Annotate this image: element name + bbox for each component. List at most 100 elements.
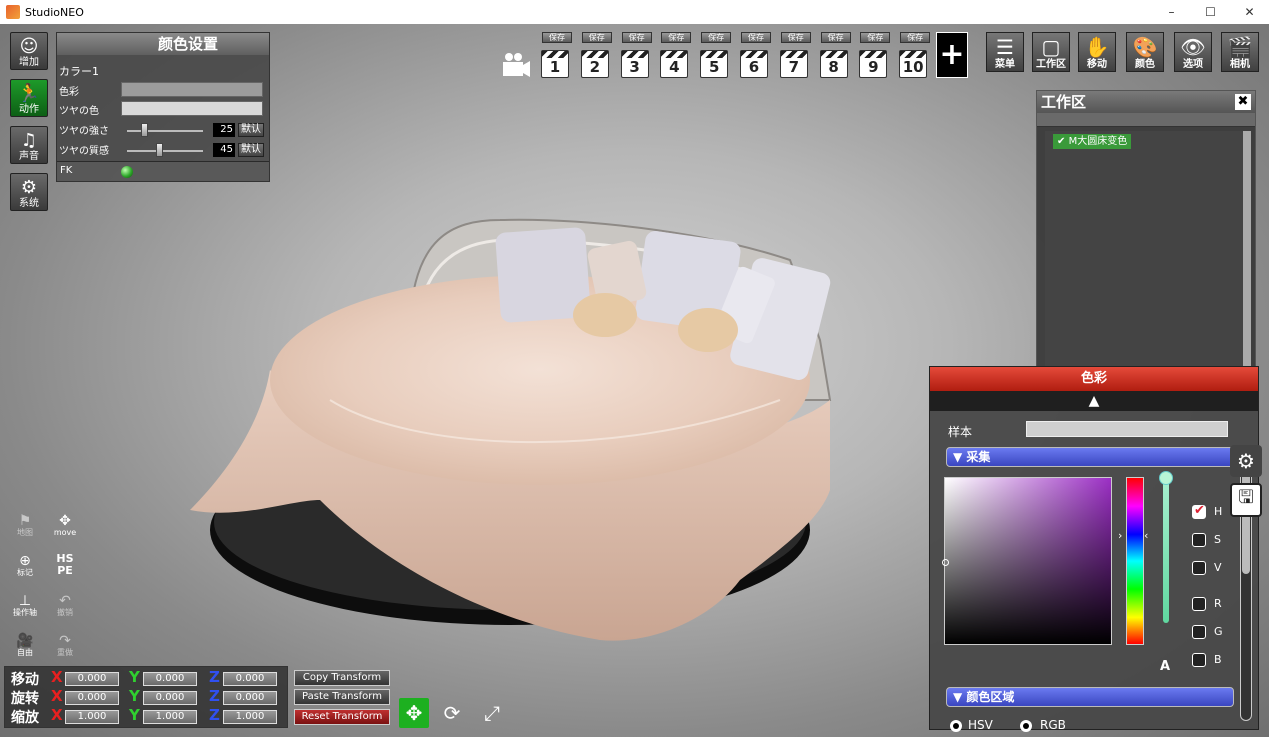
collect-section-header[interactable]: ▼ 采集	[946, 447, 1234, 467]
save-camera-7-button[interactable]: 保存	[780, 32, 811, 43]
copy-transform-button[interactable]: Copy Transform	[294, 670, 390, 686]
save-camera-2-button[interactable]: 保存	[581, 32, 612, 43]
menu-button[interactable]: ☰ 菜单	[986, 32, 1024, 72]
save-preset-button[interactable]: 🖫	[1230, 483, 1262, 517]
hue-left-marker[interactable]: ›	[1118, 529, 1122, 542]
color-swatch[interactable]	[121, 82, 263, 97]
undo-tool-button[interactable]: ↶ 撤销	[50, 590, 80, 620]
save-camera-10-button[interactable]: 保存	[900, 32, 931, 43]
hspe-tool-button[interactable]: HS PE	[50, 550, 80, 580]
channel-b-checkbox[interactable]	[1192, 653, 1206, 667]
move-tool-button[interactable]: ✥ move	[50, 510, 80, 540]
camera-tool-button[interactable]: 🎥 自由	[10, 630, 40, 660]
save-camera-3-button[interactable]: 保存	[621, 32, 652, 43]
close-button[interactable]: ✕	[1230, 0, 1269, 24]
gloss-strength-track[interactable]	[127, 130, 203, 132]
paste-transform-button[interactable]: Paste Transform	[294, 689, 390, 705]
gloss-texture-track[interactable]	[127, 150, 203, 152]
picker-scrollbar-thumb[interactable]	[1242, 464, 1250, 574]
add-camera-button[interactable]: +	[936, 32, 968, 78]
channel-h-checkbox[interactable]: ✔	[1192, 503, 1206, 519]
camera-button[interactable]	[501, 50, 531, 80]
options-button[interactable]: 👁 选项	[1174, 32, 1212, 72]
save-camera-9-button[interactable]: 保存	[860, 32, 891, 43]
3d-viewport[interactable]: ☺ 增加 🏃 动作 ♫ 声音 ⚙ 系统 颜色设置 カラー1 色彩 ツヤの色 ツヤ…	[0, 24, 1269, 737]
scale-y-field[interactable]: 1.000	[143, 710, 197, 724]
fk-toggle[interactable]	[121, 166, 133, 178]
axis-x-label: X	[51, 668, 63, 686]
move-arrows-icon: ✥	[405, 701, 423, 725]
workspace-scrollbar[interactable]	[1243, 131, 1251, 391]
gloss-strength-value[interactable]: 25	[213, 123, 235, 137]
hue-slider[interactable]	[1126, 477, 1144, 645]
rotate-z-field[interactable]: 0.000	[223, 691, 277, 705]
workspace-close-button[interactable]: ✖	[1235, 94, 1251, 110]
alpha-slider-handle[interactable]	[1159, 471, 1173, 485]
add-button[interactable]: ☺ 增加	[10, 32, 48, 70]
camera-slot-9-button[interactable]: 9	[859, 50, 888, 78]
gloss-texture-thumb[interactable]	[156, 143, 163, 157]
save-camera-5-button[interactable]: 保存	[701, 32, 732, 43]
gloss-strength-thumb[interactable]	[141, 123, 148, 137]
move-x-field[interactable]: 0.000	[65, 672, 119, 686]
camera-slot-4-button[interactable]: 4	[660, 50, 689, 78]
system-button[interactable]: ⚙ 系统	[10, 173, 48, 211]
channel-g-checkbox[interactable]	[1192, 625, 1206, 639]
scale-gizmo-button[interactable]: ⤢	[477, 698, 507, 728]
save-camera-8-button[interactable]: 保存	[820, 32, 851, 43]
alpha-slider[interactable]	[1163, 477, 1169, 623]
channel-s-checkbox[interactable]	[1192, 533, 1206, 547]
gloss-color-swatch[interactable]	[121, 101, 263, 116]
gloss-texture-value[interactable]: 45	[213, 143, 235, 157]
gloss-texture-default-button[interactable]: 默认	[238, 143, 264, 157]
rgb-radio[interactable]	[1020, 720, 1032, 732]
axis-tool-button[interactable]: ⊥ 操作轴	[10, 590, 40, 620]
rotate-y-field[interactable]: 0.000	[143, 691, 197, 705]
color-tool-button[interactable]: 🎨 颜色	[1126, 32, 1164, 72]
maximize-button[interactable]: ☐	[1191, 0, 1230, 24]
move-gizmo-button[interactable]: ✥	[399, 698, 429, 728]
reset-transform-button[interactable]: Reset Transform	[294, 709, 390, 725]
move-y-field[interactable]: 0.000	[143, 672, 197, 686]
rotate-x-field[interactable]: 0.000	[65, 691, 119, 705]
saturation-value-field[interactable]	[944, 477, 1112, 645]
workspace-tree[interactable]	[1045, 131, 1243, 391]
camera-slot-7-button[interactable]: 7	[779, 50, 808, 78]
plus-circle-tool-button[interactable]: ⊕ 标记	[10, 550, 40, 580]
camera-slot-5-button[interactable]: 5	[700, 50, 729, 78]
camera-slot-10-button[interactable]: 10	[899, 50, 928, 78]
hue-right-marker[interactable]: ‹	[1144, 529, 1148, 542]
minimize-button[interactable]: –	[1152, 0, 1191, 24]
move-tool-button[interactable]: ✋ 移动	[1078, 32, 1116, 72]
round-bed-model[interactable]	[180, 200, 840, 670]
workspace-panel: 工作区 ✖ ✔ M大圆床变色	[1036, 90, 1256, 394]
workspace-button[interactable]: ▢ 工作区	[1032, 32, 1070, 72]
hsv-radio[interactable]	[950, 720, 962, 732]
camera-slot-3-button[interactable]: 3	[620, 50, 649, 78]
channel-v-checkbox[interactable]	[1192, 561, 1206, 575]
video-camera-icon	[503, 53, 530, 77]
camera-menu-button[interactable]: 🎬 相机	[1221, 32, 1259, 72]
scale-x-field[interactable]: 1.000	[65, 710, 119, 724]
animation-button[interactable]: 🏃 动作	[10, 79, 48, 117]
map-tool-button[interactable]: ⚑ 地图	[10, 510, 40, 540]
channel-r-checkbox[interactable]	[1192, 597, 1206, 611]
redo-tool-button[interactable]: ↷ 重做	[50, 630, 80, 660]
camera-slot-1-button[interactable]: 1	[541, 50, 569, 78]
save-camera-6-button[interactable]: 保存	[741, 32, 771, 43]
camera-slot-8-button[interactable]: 8	[819, 50, 848, 78]
camera-slot-6-button[interactable]: 6	[740, 50, 768, 78]
save-camera-1-button[interactable]: 保存	[542, 32, 572, 43]
rotate-gizmo-button[interactable]: ⟳	[437, 698, 467, 728]
sound-button[interactable]: ♫ 声音	[10, 126, 48, 164]
color-area-section-header[interactable]: ▼ 颜色区域	[946, 687, 1234, 707]
camera-slot-2-button[interactable]: 2	[580, 50, 609, 78]
gloss-strength-default-button[interactable]: 默认	[238, 123, 264, 137]
sv-cursor[interactable]	[942, 559, 949, 566]
save-camera-4-button[interactable]: 保存	[661, 32, 692, 43]
settings-gear-button[interactable]: ⚙	[1230, 445, 1262, 477]
scale-z-field[interactable]: 1.000	[223, 710, 277, 724]
move-z-field[interactable]: 0.000	[223, 672, 277, 686]
collapse-toggle[interactable]: ▲	[930, 391, 1258, 411]
workspace-item[interactable]: ✔ M大圆床变色	[1053, 134, 1132, 149]
